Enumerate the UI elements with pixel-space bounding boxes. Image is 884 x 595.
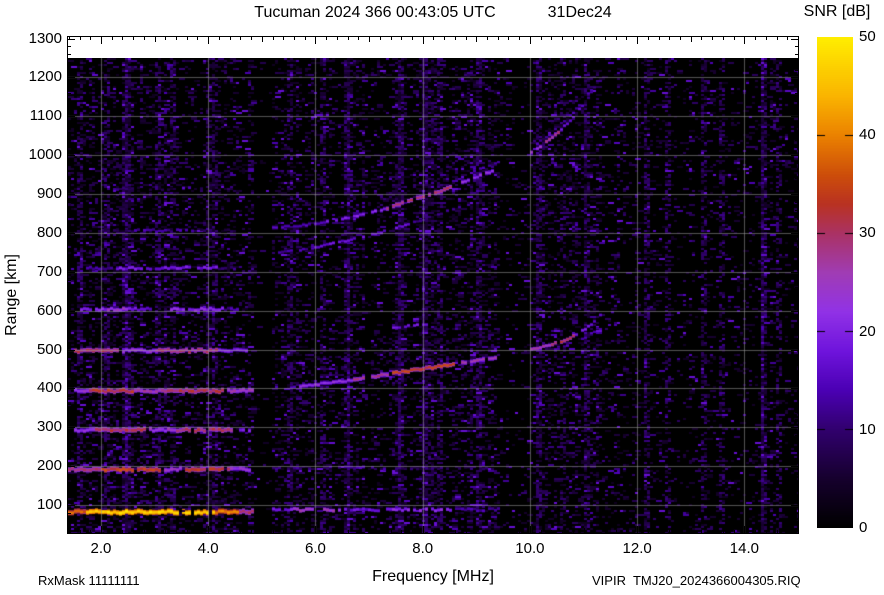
rxmask-label: RxMask 11111111	[38, 573, 140, 588]
colorbar-tick-label: 40	[859, 126, 876, 144]
filename-label: VIPIR TMJ20_2024366004305.RIQ	[592, 573, 801, 588]
colorbar-tick-label: 30	[859, 224, 876, 242]
y-tick-label: 200	[36, 457, 62, 475]
y-tick-label: 800	[36, 223, 62, 241]
x-tick-label: 12.0	[622, 540, 652, 557]
y-tick-label: 1300	[28, 29, 62, 47]
y-tick-label: 1000	[28, 146, 62, 164]
x-tick-label: 4.0	[197, 540, 219, 557]
y-tick-label: 1200	[28, 68, 62, 86]
plot-frame-and-ticks	[67, 36, 799, 534]
x-tick-label: 14.0	[729, 540, 759, 557]
y-tick-label: 700	[36, 262, 62, 280]
y-tick-label: 100	[36, 496, 62, 513]
x-tick-label: 6.0	[305, 540, 326, 557]
y-tick-label: 600	[36, 301, 62, 319]
y-axis-title: Range [km]	[3, 254, 20, 336]
y-tick-label: 400	[36, 379, 62, 397]
y-tick-label: 500	[36, 340, 62, 358]
colorbar-tick-label: 0	[859, 519, 868, 536]
colorbar-tick-label: 10	[859, 420, 876, 438]
y-tick-label: 900	[36, 185, 62, 203]
x-tick-label: 10.0	[515, 540, 545, 557]
ionogram-viewer: Tucuman 2024 366 00:43:05 UTC 31Dec24 SNR…	[0, 0, 884, 595]
colorbar-tick-label: 20	[859, 322, 876, 340]
y-tick-label: 1100	[29, 107, 62, 125]
y-tick-label: 300	[36, 418, 62, 436]
x-tick-label: 2.0	[90, 540, 112, 557]
x-tick-label: 8.0	[412, 540, 434, 557]
colorbar-tick-label: 50	[859, 28, 876, 45]
